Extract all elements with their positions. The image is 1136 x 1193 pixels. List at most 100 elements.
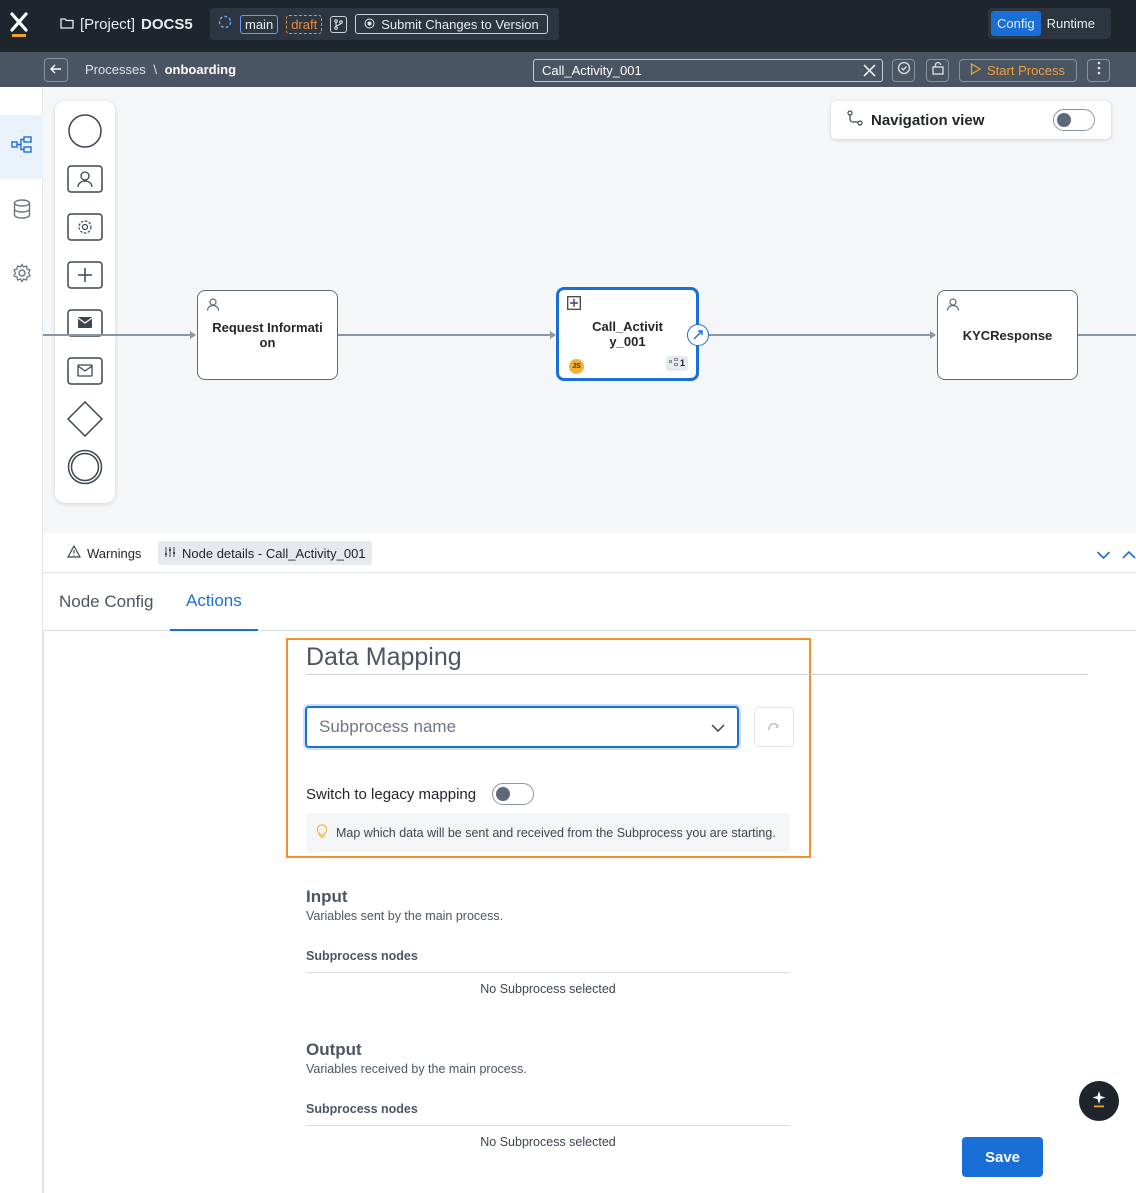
palette-service-task[interactable] — [67, 211, 103, 247]
palette-send-message[interactable] — [67, 307, 103, 343]
sparkle-icon — [1091, 1090, 1107, 1113]
subprocess-select-placeholder: Subprocess name — [319, 717, 457, 736]
more-menu-button[interactable] — [1087, 59, 1110, 82]
validate-button[interactable] — [892, 59, 915, 82]
mode-switch: Config Runtime — [988, 8, 1111, 39]
receive-message-icon — [67, 356, 103, 390]
node-call-activity[interactable]: Call_Activit y_001 JS 1 — [556, 287, 709, 381]
tab-actions[interactable]: Actions — [170, 573, 258, 631]
user-task-icon — [67, 164, 103, 198]
warnings-tab[interactable]: Warnings — [61, 541, 147, 565]
mode-config[interactable]: Config — [991, 11, 1041, 36]
arrow-left-icon — [50, 61, 62, 79]
divider — [306, 674, 1087, 675]
nav-data[interactable] — [0, 179, 43, 243]
nav-process-diagram[interactable] — [0, 115, 43, 179]
details-panel-bar: Warnings Node details - Call_Activity_00… — [43, 533, 1136, 573]
send-message-icon — [67, 308, 103, 342]
tab-node-config[interactable]: Node Config — [59, 573, 154, 631]
flow-connector[interactable] — [338, 334, 555, 336]
lightbulb-icon — [316, 823, 328, 842]
input-title: Input — [306, 887, 348, 906]
user-task-icon — [206, 297, 220, 314]
palette-user-task[interactable] — [67, 163, 103, 199]
end-event-icon — [67, 449, 103, 490]
chevron-up-icon[interactable] — [1122, 547, 1136, 565]
toggle-knob — [496, 787, 511, 801]
node-label: KYCResponse — [962, 327, 1053, 343]
config-tabs: Node Config Actions — [43, 573, 1136, 631]
project-name: DOCS5 — [141, 16, 193, 33]
redo-icon — [768, 718, 780, 736]
legacy-mapping-toggle[interactable] — [492, 783, 535, 805]
node-details-tab[interactable]: Node details - Call_Activity_001 — [158, 541, 372, 565]
sync-icon — [218, 15, 232, 34]
input-empty-state: No Subprocess selected — [480, 982, 616, 996]
folder-icon — [60, 16, 74, 33]
redirect-button[interactable] — [754, 707, 794, 747]
play-icon — [970, 62, 982, 78]
navigation-view-panel: Navigation view — [831, 101, 1111, 139]
app-logo[interactable] — [10, 12, 28, 38]
palette-gateway[interactable] — [66, 400, 104, 442]
input-column-header: Subprocess nodes — [306, 949, 418, 963]
back-button[interactable] — [44, 58, 68, 82]
node-request-information[interactable]: Request Informati on — [197, 290, 338, 380]
divider — [306, 972, 790, 973]
branch-box: main draft Submit Changes to Version — [210, 8, 559, 40]
flow-connector[interactable] — [43, 334, 195, 336]
flow-arrow — [930, 331, 936, 339]
process-diagram-icon — [669, 356, 678, 371]
branch-tag[interactable]: main — [240, 14, 279, 34]
palette-subprocess[interactable] — [67, 259, 103, 295]
output-title: Output — [306, 1040, 362, 1059]
navigation-icon — [847, 110, 863, 130]
gateway-icon — [66, 400, 104, 442]
record-icon — [364, 17, 375, 32]
divider — [43, 631, 44, 1193]
chevron-down-icon — [711, 717, 725, 737]
left-navigation — [0, 87, 43, 1193]
more-vertical-icon — [1097, 61, 1101, 80]
connect-handle-icon[interactable] — [687, 324, 709, 346]
database-icon — [13, 198, 31, 224]
flow-connector[interactable] — [1078, 334, 1136, 336]
palette-end-event[interactable] — [67, 449, 103, 490]
submit-changes-button[interactable]: Submit Changes to Version — [355, 14, 548, 34]
breadcrumb-separator: \ — [153, 62, 157, 77]
check-circle-icon — [897, 61, 911, 80]
project-title[interactable]: [Project] DOCS5 — [60, 16, 193, 33]
node-kyc-response[interactable]: KYCResponse — [937, 290, 1078, 380]
warnings-label: Warnings — [87, 545, 142, 561]
lock-button[interactable] — [926, 59, 949, 82]
js-badge: JS — [569, 359, 584, 374]
chevron-down-icon[interactable] — [1096, 547, 1111, 565]
nav-settings[interactable] — [0, 243, 43, 307]
branch-icon[interactable] — [330, 15, 348, 33]
save-button[interactable]: Save — [962, 1137, 1043, 1177]
mode-runtime[interactable]: Runtime — [1041, 11, 1101, 36]
palette-receive-message[interactable] — [67, 355, 103, 391]
search-input[interactable]: Call_Activity_001 — [533, 59, 883, 82]
linked-count-badge: 1 — [665, 356, 688, 371]
subprocess-icon — [67, 260, 103, 294]
status-badge: draft — [286, 14, 323, 34]
user-task-icon — [946, 297, 960, 314]
legacy-mapping-row: Switch to legacy mapping — [306, 783, 535, 805]
palette-start-event[interactable] — [67, 113, 103, 151]
submit-label: Submit Changes to Version — [381, 16, 539, 32]
breadcrumb-processes[interactable]: Processes — [85, 62, 146, 77]
project-prefix: [Project] — [80, 16, 136, 33]
start-process-button[interactable]: Start Process — [959, 59, 1077, 82]
close-icon[interactable] — [863, 64, 876, 80]
process-diagram-icon — [10, 135, 33, 159]
divider — [306, 1125, 790, 1126]
subprocess-select[interactable]: Subprocess name — [305, 706, 739, 748]
flow-connector[interactable] — [698, 334, 935, 336]
top-bar: [Project] DOCS5 main draft Submit Change… — [0, 0, 1136, 52]
navigation-view-toggle[interactable] — [1053, 109, 1095, 131]
navigation-view-label: Navigation view — [871, 111, 985, 129]
warning-icon — [66, 544, 82, 561]
ai-assistant-button[interactable] — [1079, 1081, 1119, 1121]
process-toolbar: Processes \ onboarding Call_Activity_001… — [0, 52, 1136, 87]
